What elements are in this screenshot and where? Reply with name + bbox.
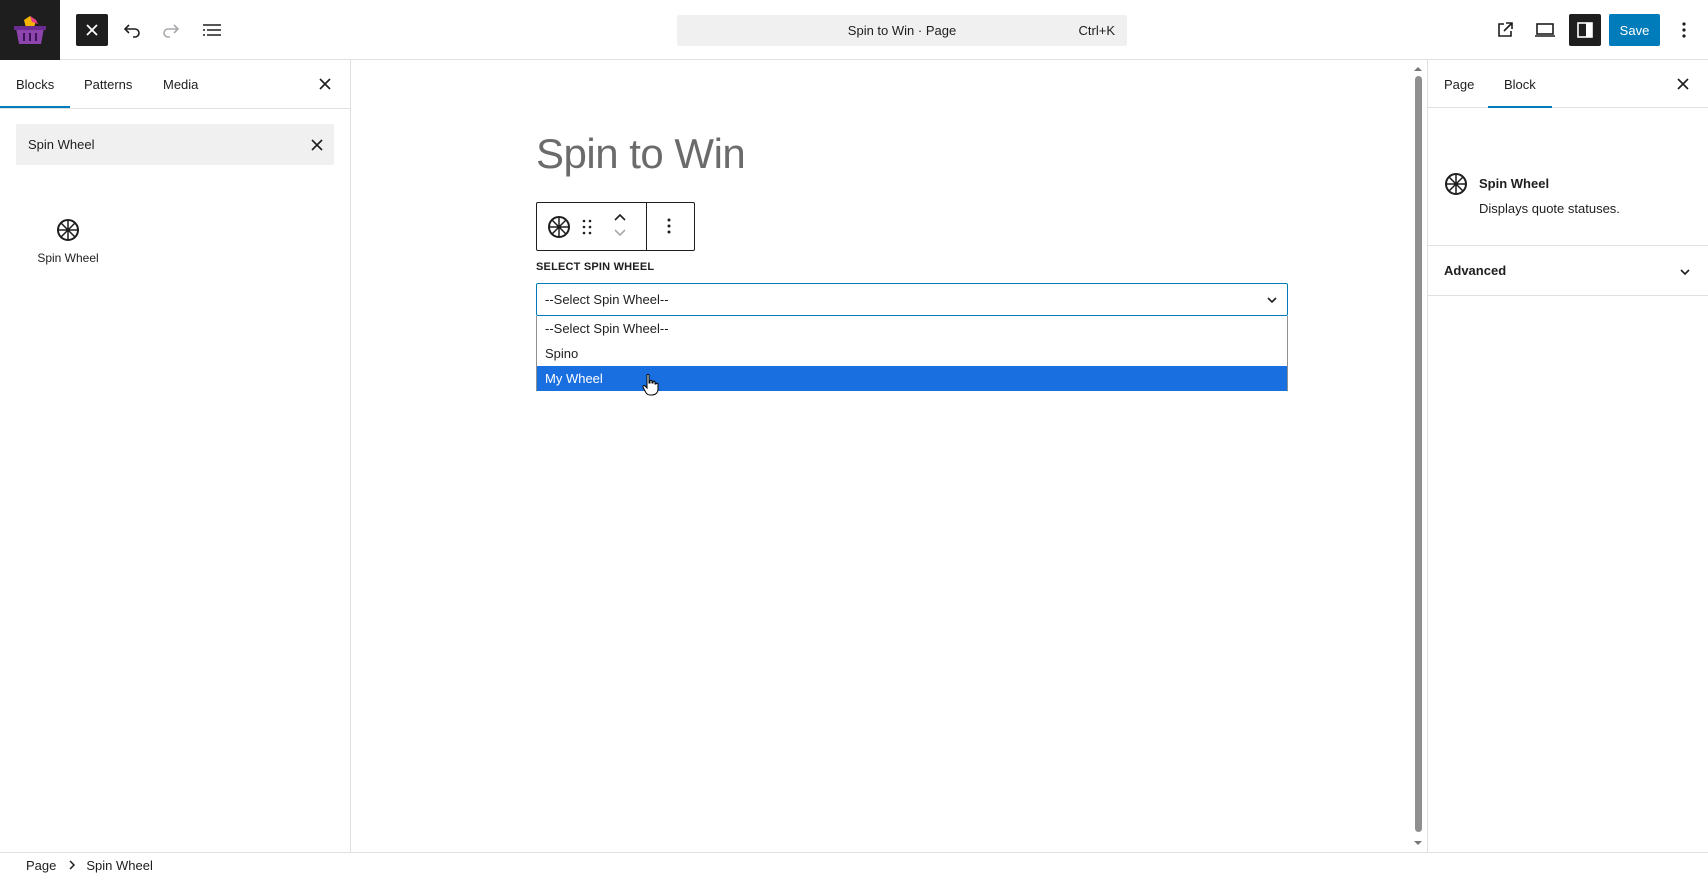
chevron-down-icon (614, 229, 626, 237)
wheel-icon (548, 216, 570, 238)
advanced-panel-toggle[interactable]: Advanced (1428, 246, 1708, 296)
desktop-preview-icon (1535, 23, 1555, 37)
external-link-icon (1498, 22, 1513, 37)
close-inserter-button[interactable] (76, 14, 108, 46)
wheel-icon (1445, 173, 1467, 195)
chevron-down-icon (1680, 269, 1690, 276)
settings-toggle-button[interactable] (1569, 14, 1601, 46)
editor-header: Spin to Win · Page Ctrl+K Save (0, 0, 1708, 60)
block-card-description: Displays quote statuses. (1479, 201, 1620, 216)
close-sidebar-button[interactable] (1671, 72, 1695, 96)
keyboard-shortcut-hint: Ctrl+K (1078, 23, 1115, 38)
preview-button[interactable] (1529, 14, 1561, 46)
tab-blocks[interactable]: Blocks (0, 60, 70, 108)
canvas-scrollbar[interactable] (1411, 62, 1425, 852)
breadcrumb-item-spin-wheel: Spin Wheel (86, 857, 153, 873)
sidebar-tabs: Page Block (1428, 60, 1708, 108)
block-options-button[interactable] (666, 217, 672, 238)
move-down-button[interactable] (613, 227, 627, 242)
block-card: Spin Wheel Displays quote statuses. (1428, 108, 1708, 246)
chevron-down-icon (1267, 297, 1277, 304)
close-inserter-panel-button[interactable] (313, 72, 337, 96)
scroll-down-icon (1414, 841, 1422, 845)
scroll-thumb[interactable] (1415, 76, 1422, 832)
more-vertical-icon (667, 218, 671, 234)
tab-patterns[interactable]: Patterns (68, 60, 148, 108)
close-icon (86, 24, 98, 36)
scroll-up-icon (1414, 67, 1422, 71)
view-page-button[interactable] (1489, 14, 1521, 46)
advanced-panel-title: Advanced (1444, 263, 1507, 278)
clear-search-button[interactable] (305, 133, 329, 157)
site-logo[interactable] (0, 0, 60, 60)
block-search-input[interactable] (16, 124, 296, 165)
spin-wheel-select[interactable]: --Select Spin Wheel-- (536, 283, 1288, 316)
block-type-button[interactable] (547, 215, 571, 242)
drag-handle[interactable] (581, 217, 593, 240)
undo-icon (123, 24, 140, 38)
block-result-spin-wheel[interactable]: Spin Wheel (20, 212, 116, 300)
chevron-right-icon (68, 860, 76, 870)
block-result-label: Spin Wheel (37, 251, 99, 265)
save-button[interactable]: Save (1609, 14, 1660, 46)
block-toolbar (536, 202, 695, 251)
options-button[interactable] (1668, 14, 1700, 46)
editor-canvas (352, 60, 1426, 852)
undo-button[interactable] (116, 14, 148, 46)
command-palette-button[interactable]: Spin to Win · Page Ctrl+K (677, 15, 1127, 46)
block-inserter-panel: Blocks Patterns Media Spin Wheel (0, 60, 351, 852)
drag-handle-icon (582, 219, 592, 235)
inserter-tabs: Blocks Patterns Media (0, 60, 350, 109)
pointer-cursor-icon (642, 373, 660, 399)
chevron-up-icon (614, 213, 626, 221)
settings-sidebar: Page Block Spin Wheel Displays quote sta… (1427, 60, 1708, 852)
tab-block[interactable]: Block (1488, 60, 1552, 108)
tab-media[interactable]: Media (147, 60, 214, 108)
tab-page[interactable]: Page (1428, 60, 1490, 108)
select-option[interactable]: --Select Spin Wheel-- (537, 316, 1287, 341)
document-title: Spin to Win · Page (847, 23, 957, 38)
page-title[interactable]: Spin to Win (536, 130, 746, 178)
close-icon (1677, 78, 1689, 90)
redo-button[interactable] (155, 14, 187, 46)
toolbar-divider (646, 203, 647, 250)
move-up-button[interactable] (613, 211, 627, 226)
document-overview-button[interactable] (196, 14, 228, 46)
breadcrumb-item-page[interactable]: Page (26, 858, 56, 873)
close-icon (319, 78, 331, 90)
wheel-icon (57, 219, 79, 241)
block-search (16, 124, 334, 165)
block-card-title: Spin Wheel (1479, 176, 1550, 191)
select-option[interactable]: Spino (537, 341, 1287, 366)
more-vertical-icon (1682, 22, 1686, 38)
select-spin-wheel-label: SELECT SPIN WHEEL (536, 261, 655, 273)
sidebar-settings-icon (1577, 22, 1593, 38)
store-basket-icon (14, 16, 46, 44)
breadcrumb: Page Spin Wheel (0, 852, 1708, 877)
select-value: --Select Spin Wheel-- (545, 292, 669, 307)
close-icon (311, 139, 323, 151)
list-view-icon (203, 24, 221, 36)
redo-icon (163, 24, 180, 38)
